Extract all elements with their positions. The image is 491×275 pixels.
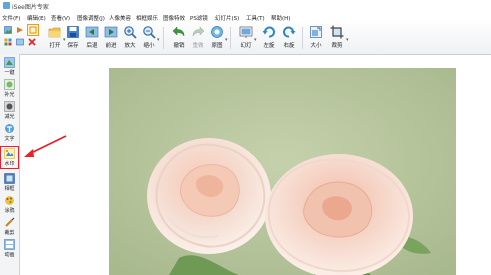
roses-image	[109, 68, 456, 275]
thumbnails-icon	[4, 38, 12, 46]
original-dropdown-icon[interactable]: ▾	[225, 37, 228, 43]
menu-image-adjust[interactable]: 图像调整(J)	[77, 14, 105, 22]
fill-light-label: 补光	[4, 92, 15, 98]
zoom-dropdown-icon[interactable]: ▾	[157, 37, 160, 43]
doodle-icon	[5, 196, 14, 205]
crop-dropdown-icon[interactable]: ▾	[346, 37, 349, 43]
side-tool-reduce-light[interactable]: 减光	[1, 100, 18, 121]
picture-icon	[4, 26, 12, 34]
menu-image-effects[interactable]: 图像特效	[163, 14, 185, 22]
left-tool-panel: 一键 补光 减光 文字 水印 相框 涂鸦 裁剪 动画	[0, 54, 20, 275]
toolbar-separator	[163, 27, 164, 49]
pointer-icon	[17, 27, 23, 33]
rotate-right-label: 右旋	[283, 43, 295, 49]
fill-light-icon	[4, 79, 15, 90]
menu-slideshow[interactable]: 幻灯片(S)	[215, 14, 239, 22]
side-tool-frame[interactable]: 相框	[1, 172, 18, 193]
doodle-label: 涂鸦	[4, 208, 15, 214]
resize-icon	[310, 26, 322, 38]
toolbar: 打开 ▾ 保存 后退 前进 放大 缩小 ▾ 撤销 重做 原图 ▾ 幻灯 ▾ 左旋…	[0, 23, 491, 55]
menu-portrait[interactable]: 人像美容	[109, 14, 131, 22]
side-tool-crop[interactable]: 裁剪	[1, 216, 18, 237]
side-tool-watermark[interactable]: 水印	[1, 147, 18, 168]
undo-icon	[172, 26, 185, 37]
reduce-light-label: 减光	[4, 114, 15, 120]
roses-photo	[109, 68, 456, 275]
side-tool-animation[interactable]: 动画	[1, 238, 18, 259]
zoom-out-icon	[143, 26, 156, 39]
frame-icon	[4, 173, 15, 184]
forward-icon	[104, 26, 118, 38]
save-icon	[67, 26, 79, 38]
zoom-in-icon	[124, 26, 137, 39]
one-click-icon	[4, 57, 15, 68]
crop-icon	[5, 217, 15, 227]
reduce-light-icon	[4, 101, 15, 112]
menu-view[interactable]: 查看(V)	[51, 14, 70, 22]
toolbar-separator	[230, 27, 231, 49]
mini-tool-select[interactable]	[27, 24, 39, 36]
side-tool-fill-light[interactable]: 补光	[1, 78, 18, 99]
one-click-label: 一键	[4, 70, 15, 76]
menu-ps-filters[interactable]: PS滤镜	[190, 14, 208, 22]
menu-frame-fun[interactable]: 相框娱乐	[136, 14, 158, 22]
rotate-left-icon	[262, 26, 275, 38]
menu-edit[interactable]: 编辑(E)	[27, 14, 46, 22]
watermark-icon	[4, 148, 15, 159]
mini-tool-arrow[interactable]	[15, 25, 25, 35]
mini-tool-edit[interactable]	[15, 37, 25, 47]
frame-label: 相框	[4, 186, 15, 192]
side-tool-doodle[interactable]: 涂鸦	[1, 194, 18, 215]
menu-bar: 文件(F) 编辑(E) 查看(V) 图像调整(J) 人像美容 相框娱乐 图像特效…	[0, 12, 491, 23]
side-tool-text[interactable]: 文字	[1, 122, 18, 143]
text-icon	[5, 124, 14, 133]
original-icon	[211, 26, 223, 38]
window-title: iSee图片专家	[12, 4, 49, 11]
edit-image-icon	[16, 38, 24, 46]
select-rect-icon	[29, 26, 37, 34]
mini-tool-thumbnails[interactable]	[3, 37, 13, 47]
app-logo-icon	[3, 2, 10, 9]
crop-label: 裁剪	[4, 230, 15, 236]
slideshow-icon	[239, 26, 253, 38]
back-icon	[85, 26, 99, 38]
animation-icon	[4, 239, 15, 250]
zoom-out-button[interactable]: 缩小 ▾	[138, 24, 160, 52]
text-label: 文字	[4, 136, 15, 142]
close-icon	[28, 38, 36, 46]
redo-icon	[192, 26, 205, 37]
rotate-right-icon	[283, 26, 296, 38]
original-button[interactable]: 原图 ▾	[206, 24, 228, 52]
mini-tool-close[interactable]	[27, 37, 37, 47]
watermark-label: 水印	[4, 161, 15, 167]
open-folder-icon	[48, 27, 61, 38]
side-tool-one-click[interactable]: 一键	[1, 56, 18, 77]
animation-label: 动画	[4, 252, 15, 258]
menu-file[interactable]: 文件(F)	[2, 14, 20, 22]
mini-tool-image[interactable]	[3, 25, 13, 35]
title-bar: iSee图片专家	[0, 0, 491, 12]
slideshow-button[interactable]: 幻灯 ▾	[235, 24, 257, 52]
crop-button[interactable]: 裁剪 ▾	[326, 24, 349, 52]
rotate-right-button[interactable]: 右旋	[278, 24, 300, 52]
menu-tools[interactable]: 工具(T)	[246, 14, 265, 22]
menu-help[interactable]: 帮助(H)	[271, 14, 290, 22]
crop-icon	[330, 25, 344, 39]
